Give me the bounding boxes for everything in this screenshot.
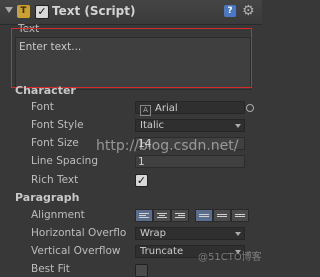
alignment-label: Alignment bbox=[31, 209, 85, 221]
foldout-arrow-icon[interactable] bbox=[5, 7, 13, 13]
component-enabled-checkbox[interactable]: ✓ bbox=[35, 5, 49, 19]
vertical-overflow-dropdown[interactable]: Truncate bbox=[135, 245, 245, 258]
font-field[interactable]: A Arial bbox=[135, 101, 245, 116]
chevron-down-icon bbox=[235, 250, 241, 254]
align-bottom-button[interactable] bbox=[231, 209, 249, 222]
script-icon: T bbox=[17, 5, 30, 18]
character-section-heading: Character bbox=[15, 84, 76, 97]
component-title: Text (Script) bbox=[52, 4, 136, 18]
font-size-label: Font Size bbox=[31, 137, 79, 149]
vertical-alignment-group bbox=[195, 209, 249, 222]
rich-text-checkbox[interactable]: ✓ bbox=[135, 174, 148, 187]
horizontal-overflow-value: Wrap bbox=[140, 228, 167, 239]
horizontal-overflow-dropdown[interactable]: Wrap bbox=[135, 227, 245, 240]
chevron-down-icon bbox=[235, 232, 241, 236]
object-picker-icon[interactable] bbox=[246, 104, 254, 112]
font-asset-icon: A bbox=[140, 105, 151, 116]
help-icon[interactable]: ? bbox=[224, 5, 236, 17]
font-style-value: Italic bbox=[140, 120, 165, 131]
font-value: Arial bbox=[155, 103, 178, 114]
font-size-input[interactable]: 14 bbox=[135, 137, 245, 150]
text-input-value[interactable]: Enter text... bbox=[19, 41, 81, 53]
text-input-area[interactable]: Enter text... bbox=[15, 37, 251, 90]
rich-text-label: Rich Text bbox=[31, 174, 79, 186]
chevron-down-icon bbox=[235, 124, 241, 128]
best-fit-label: Best Fit bbox=[31, 263, 70, 275]
horizontal-alignment-group bbox=[135, 209, 189, 222]
font-style-label: Font Style bbox=[31, 119, 84, 131]
line-spacing-label: Line Spacing bbox=[31, 155, 98, 167]
paragraph-section-heading: Paragraph bbox=[15, 191, 80, 204]
horizontal-overflow-label: Horizontal Overflo bbox=[31, 227, 127, 239]
component-header[interactable]: T ✓ Text (Script) ? ⚙ bbox=[0, 0, 262, 25]
best-fit-checkbox[interactable] bbox=[135, 264, 148, 277]
text-field-label: Text bbox=[18, 23, 40, 35]
line-spacing-input[interactable]: 1 bbox=[135, 155, 245, 168]
align-left-button[interactable] bbox=[135, 209, 153, 222]
align-center-button[interactable] bbox=[153, 209, 171, 222]
align-middle-button[interactable] bbox=[213, 209, 231, 222]
alignment-controls bbox=[135, 209, 249, 222]
gear-icon[interactable]: ⚙ bbox=[242, 3, 255, 19]
vertical-overflow-label: Vertical Overflow bbox=[31, 245, 121, 257]
align-top-button[interactable] bbox=[195, 209, 213, 222]
font-style-dropdown[interactable]: Italic bbox=[135, 119, 245, 132]
align-right-button[interactable] bbox=[171, 209, 189, 222]
vertical-overflow-value: Truncate bbox=[140, 246, 184, 257]
font-label: Font bbox=[31, 101, 54, 113]
